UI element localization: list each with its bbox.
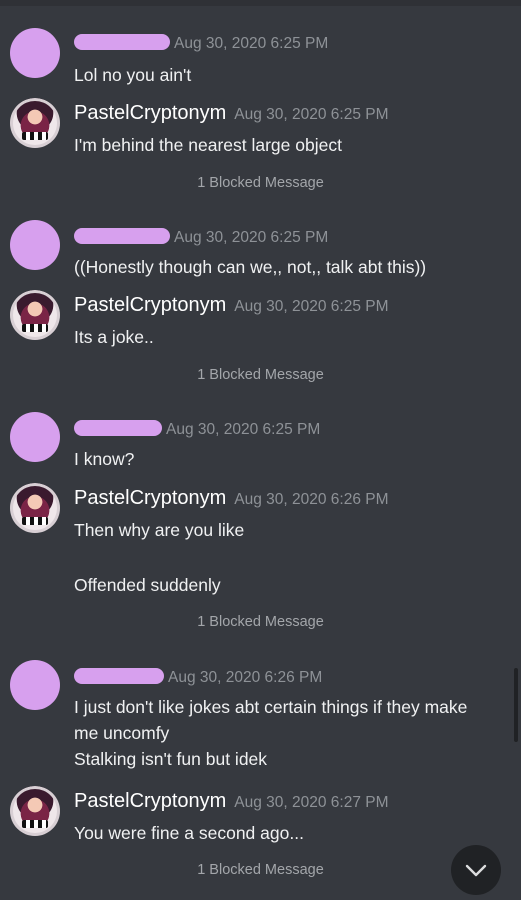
avatar[interactable] — [10, 660, 60, 710]
timestamp: Aug 30, 2020 6:25 PM — [234, 298, 389, 315]
timestamp: Aug 30, 2020 6:25 PM — [174, 35, 329, 52]
timestamp: Aug 30, 2020 6:25 PM — [166, 421, 321, 438]
message-text: ((Honestly though can we,, not,, talk ab… — [74, 257, 427, 277]
redacted-username[interactable] — [74, 34, 170, 50]
chevron-down-icon — [465, 864, 487, 877]
message-text: Lol no you ain't — [74, 65, 192, 85]
message-text: Its a joke.. — [74, 327, 154, 347]
message-text: You were fine a second ago... — [74, 823, 304, 843]
timestamp: Aug 30, 2020 6:26 PM — [234, 491, 389, 508]
blocked-message-notice[interactable]: 1 Blocked Message — [0, 614, 521, 630]
avatar[interactable] — [10, 483, 60, 533]
timestamp: Aug 30, 2020 6:25 PM — [174, 229, 329, 246]
redacted-username[interactable] — [74, 668, 164, 684]
message-text: Then why are you like Offended suddenly — [74, 520, 245, 595]
timestamp: Aug 30, 2020 6:26 PM — [168, 669, 323, 686]
redacted-username[interactable] — [74, 228, 170, 244]
redacted-username[interactable] — [74, 420, 162, 436]
message-text: I know? — [74, 449, 135, 469]
message-text: I just don't like jokes abt certain thin… — [74, 697, 468, 769]
timestamp: Aug 30, 2020 6:27 PM — [234, 794, 389, 811]
timestamp: Aug 30, 2020 6:25 PM — [234, 106, 389, 123]
avatar[interactable] — [10, 28, 60, 78]
avatar[interactable] — [10, 786, 60, 836]
message-text: I'm behind the nearest large object — [74, 135, 342, 155]
avatar[interactable] — [10, 290, 60, 340]
avatar[interactable] — [10, 412, 60, 462]
top-bar — [0, 0, 521, 6]
username[interactable]: PastelCryptonym — [74, 790, 226, 813]
blocked-message-notice[interactable]: 1 Blocked Message — [0, 862, 521, 878]
jump-to-present-button[interactable] — [451, 845, 501, 895]
username[interactable]: PastelCryptonym — [74, 102, 226, 125]
blocked-message-notice[interactable]: 1 Blocked Message — [0, 367, 521, 383]
username[interactable]: PastelCryptonym — [74, 294, 226, 317]
avatar[interactable] — [10, 98, 60, 148]
username[interactable]: PastelCryptonym — [74, 487, 226, 510]
scrollbar[interactable] — [514, 668, 518, 742]
avatar[interactable] — [10, 220, 60, 270]
blocked-message-notice[interactable]: 1 Blocked Message — [0, 175, 521, 191]
